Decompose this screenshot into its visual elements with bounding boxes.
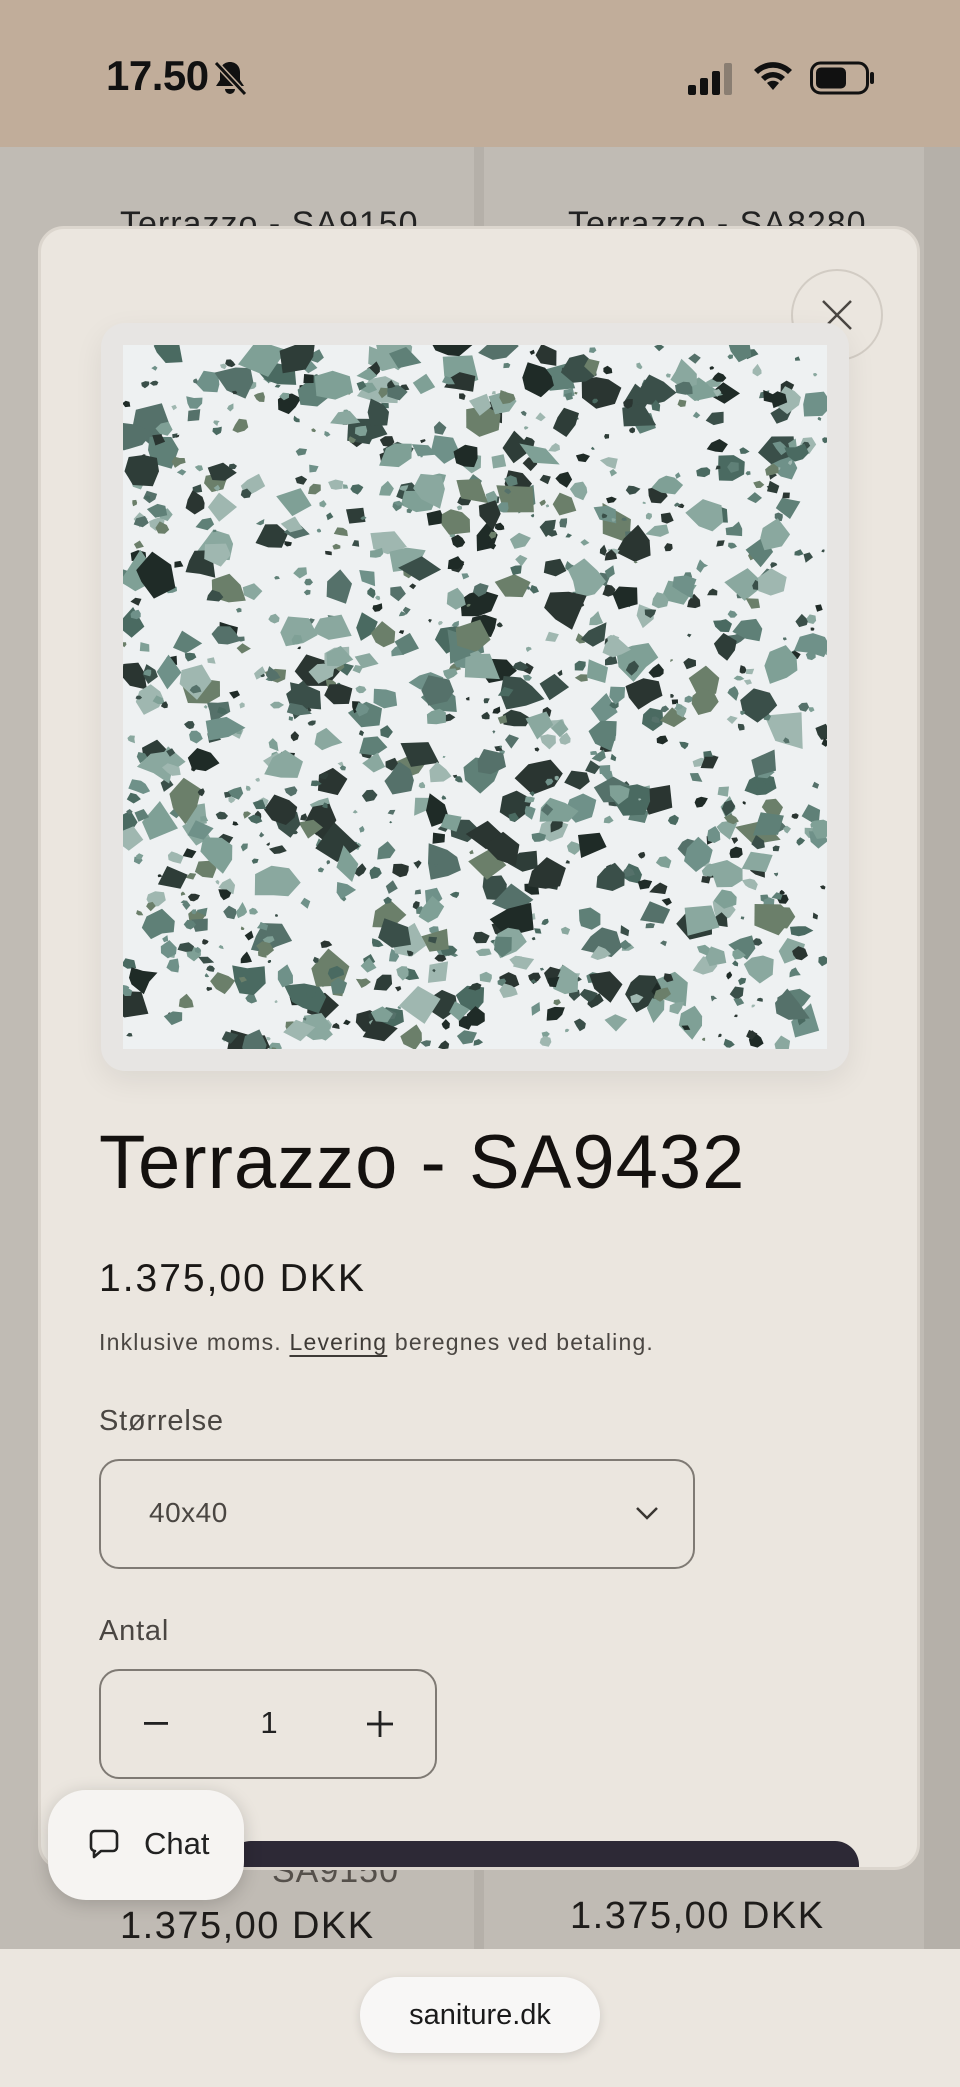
product-card-price: 1.375,00 DKK	[570, 1895, 825, 1937]
product-title: Terrazzo - SA9432	[99, 1120, 746, 1205]
decrease-quantity-button[interactable]	[101, 1671, 211, 1777]
quantity-label: Antal	[99, 1615, 170, 1647]
product-card-price: 1.375,00 DKK	[120, 1905, 375, 1947]
size-select-value: 40x40	[149, 1497, 228, 1528]
chat-button[interactable]: Chat	[48, 1790, 244, 1900]
signal-icon	[688, 63, 732, 95]
size-select[interactable]: 40x40	[99, 1459, 695, 1569]
size-label: Størrelse	[99, 1405, 224, 1437]
grid-edge	[924, 147, 960, 1949]
tax-note-prefix: Inklusive moms.	[99, 1329, 282, 1355]
chat-bubble-icon	[89, 1829, 119, 1859]
wifi-icon	[754, 62, 792, 90]
chevron-down-icon	[636, 1507, 658, 1520]
browser-bottom-bar: saniture.dk	[0, 1949, 960, 2087]
address-bar[interactable]: saniture.dk	[360, 1977, 600, 2053]
tax-note-suffix: beregnes ved betaling.	[394, 1329, 655, 1355]
tax-note: Inklusive moms. Levering beregnes ved be…	[99, 1329, 654, 1356]
quantity-stepper: 1	[99, 1669, 437, 1779]
status-bar: 17.50	[0, 0, 960, 147]
battery-icon	[810, 61, 874, 95]
plus-icon	[367, 1711, 393, 1737]
url-text: saniture.dk	[409, 1998, 551, 2031]
product-price: 1.375,00 DKK	[99, 1257, 366, 1300]
chat-label: Chat	[144, 1826, 210, 1861]
product-image[interactable]	[123, 345, 827, 1049]
quick-view-modal: Terrazzo - SA9432 1.375,00 DKK Inklusive…	[38, 226, 920, 1870]
status-time: 17.50	[106, 52, 209, 99]
bell-slash-icon	[213, 60, 248, 97]
minus-icon	[144, 1722, 168, 1725]
quantity-input[interactable]: 1	[221, 1705, 317, 1741]
shipping-link[interactable]: Levering	[289, 1329, 387, 1355]
product-image-frame	[101, 323, 849, 1071]
add-to-cart-button[interactable]	[227, 1841, 859, 1867]
increase-quantity-button[interactable]	[325, 1671, 435, 1777]
